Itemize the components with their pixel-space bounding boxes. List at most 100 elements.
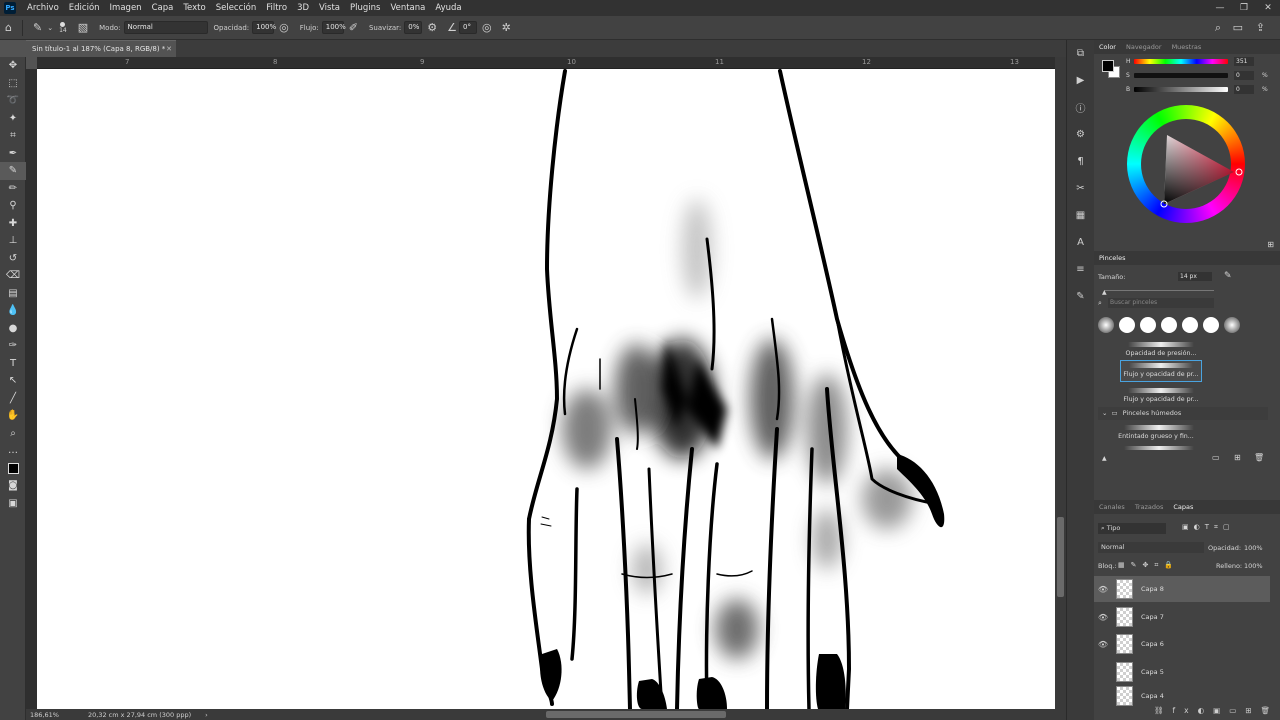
play-actions-icon[interactable]: ▶ — [1067, 67, 1094, 94]
more-tools-icon[interactable]: … — [0, 442, 26, 460]
character-panel-icon[interactable]: ⚙ — [1067, 121, 1094, 148]
color-swatches-icon[interactable] — [0, 460, 26, 478]
pencil-tool-icon[interactable]: ✏ — [0, 180, 26, 198]
lasso-tool-icon[interactable]: ➰ — [0, 92, 26, 110]
layer-row[interactable]: 👁 Capa 7 — [1094, 604, 1270, 630]
menu-plugins[interactable]: Plugins — [345, 3, 385, 13]
hue-slider[interactable] — [1134, 59, 1228, 64]
zoom-level[interactable]: 186,61% — [30, 711, 70, 719]
vertical-scrollbar[interactable] — [1055, 57, 1066, 709]
quick-mask-icon[interactable]: ◙ — [0, 477, 26, 495]
eyedropper-tool-icon[interactable]: ✒ — [0, 145, 26, 163]
s-value[interactable]: 0 — [1234, 71, 1254, 80]
brush-tip-hard[interactable] — [1119, 317, 1135, 333]
brush-settings-icon[interactable]: ▧ — [78, 21, 88, 34]
new-brush-icon[interactable]: ✎ — [1224, 271, 1232, 281]
brush-item[interactable]: Flujo y opacidad de pr... — [1120, 393, 1202, 406]
saturation-slider[interactable] — [1134, 73, 1228, 78]
color-triangle[interactable] — [1127, 105, 1245, 223]
brush-tip-soft[interactable] — [1224, 317, 1240, 333]
tab-close-icon[interactable]: ✕ — [166, 41, 172, 58]
menu-ayuda[interactable]: Ayuda — [430, 3, 466, 13]
new-group-icon[interactable]: ▭ — [1212, 453, 1220, 462]
layer-row[interactable]: 👁 Capa 8 — [1094, 576, 1270, 602]
menu-3d[interactable]: 3D — [292, 3, 314, 13]
stamp-tool-icon[interactable]: ⊥ — [0, 232, 26, 250]
history-brush-tool-icon[interactable]: ↺ — [0, 250, 26, 268]
selected-brush[interactable]: Flujo y opacidad de pr... — [1120, 360, 1202, 382]
screen-mode-icon[interactable]: ▣ — [0, 495, 26, 513]
blend-mode-select[interactable]: Normal — [1098, 542, 1204, 553]
slider-handle-icon[interactable]: ▲ — [1102, 289, 1107, 296]
menu-seleccion[interactable]: Selección — [211, 3, 262, 13]
line-tool-icon[interactable]: ╱ — [0, 390, 26, 408]
blur-tool-icon[interactable]: 💧 — [0, 302, 26, 320]
layer-footer-icons[interactable]: ⛓fx◐▣▭⊞🗑 — [1154, 706, 1279, 715]
brush-search-input[interactable]: Buscar pinceles — [1108, 298, 1214, 308]
horizontal-scrollbar-thumb[interactable] — [546, 711, 726, 718]
color-wheel[interactable] — [1127, 105, 1245, 223]
expand-icon[interactable]: ⊞ — [1267, 240, 1274, 249]
tab-canales[interactable]: Canales — [1094, 503, 1130, 511]
clone-stamp-tool-icon[interactable]: ⚲ — [0, 197, 26, 215]
fill-value[interactable]: 100% — [1244, 562, 1263, 570]
airbrush-icon[interactable]: ✐ — [349, 21, 358, 34]
tab-pinceles[interactable]: Pinceles — [1094, 254, 1130, 262]
tab-trazados[interactable]: Trazados — [1130, 503, 1169, 511]
brush-size-field[interactable]: 14 px — [1178, 272, 1212, 281]
minimize-icon[interactable]: — — [1208, 0, 1232, 16]
menu-ventana[interactable]: Ventana — [385, 3, 430, 13]
tab-muestras[interactable]: Muestras — [1167, 43, 1207, 51]
workspace-icon[interactable]: ▭ — [1233, 21, 1243, 34]
brush-tip-hard[interactable] — [1161, 317, 1177, 333]
share-icon[interactable]: ⇪ — [1256, 21, 1265, 34]
eye-icon[interactable]: 👁 — [1094, 585, 1112, 594]
gradient-tool-icon[interactable]: ▤ — [0, 285, 26, 303]
brightness-slider[interactable] — [1134, 87, 1228, 92]
brush-tip-soft[interactable] — [1098, 317, 1114, 333]
menu-edicion[interactable]: Edición — [64, 3, 105, 13]
h-value[interactable]: 351 — [1234, 57, 1254, 66]
eye-icon[interactable]: 👁 — [1094, 640, 1112, 649]
libraries-panel-icon[interactable]: ▦ — [1067, 202, 1094, 229]
filter-icons[interactable]: ▣◐T⌗▢ — [1182, 523, 1235, 532]
search-icon[interactable]: ⌕ — [1215, 21, 1221, 35]
brush-item[interactable]: Opacidad de presión... — [1120, 347, 1202, 360]
mode-select[interactable]: Normal — [123, 21, 208, 34]
info-panel-icon[interactable]: ⓘ — [1067, 94, 1094, 121]
pen-tool-icon[interactable]: ✑ — [0, 337, 26, 355]
brush-size-slider[interactable] — [1104, 290, 1214, 291]
tab-color[interactable]: Color — [1094, 43, 1121, 51]
eye-icon[interactable]: 👁 — [1094, 613, 1112, 622]
paragraph-panel-icon[interactable]: ¶ — [1067, 148, 1094, 175]
menu-texto[interactable]: Texto — [178, 3, 210, 13]
history-panel-icon[interactable]: ⧉ — [1067, 40, 1094, 67]
new-brush-icon[interactable]: ⊞ — [1234, 453, 1241, 462]
brush-tip-hard[interactable] — [1203, 317, 1219, 333]
menu-imagen[interactable]: Imagen — [105, 3, 147, 13]
magic-wand-tool-icon[interactable]: ✦ — [0, 110, 26, 128]
brush-settings-panel-icon[interactable]: ✎ — [1067, 283, 1094, 310]
smoothing-field[interactable]: 0% — [404, 21, 423, 34]
tools-presets-icon[interactable]: ✂ — [1067, 175, 1094, 202]
slider-handle-icon[interactable]: ▲ — [1102, 455, 1107, 462]
menu-filtro[interactable]: Filtro — [261, 3, 292, 13]
symmetry-icon[interactable]: ✲ — [502, 21, 511, 34]
brush-tool-icon[interactable]: ✎ — [33, 21, 42, 34]
brush-tool-icon[interactable]: ✎ — [0, 162, 26, 180]
pressure-size-icon[interactable]: ◎ — [482, 21, 492, 34]
angle-field[interactable]: 0° — [459, 21, 478, 34]
document-canvas[interactable] — [37, 69, 1055, 709]
brush-tip-hard[interactable] — [1140, 317, 1156, 333]
layer-filter-select[interactable]: ⌕ Tipo — [1098, 523, 1166, 534]
tab-navegador[interactable]: Navegador — [1121, 43, 1167, 51]
home-icon[interactable]: ⌂ — [5, 21, 12, 34]
eraser-tool-icon[interactable]: ⌫ — [0, 267, 26, 285]
chevron-down-icon[interactable]: ⌄ — [47, 24, 53, 32]
hand-tool-icon[interactable]: ✋ — [0, 407, 26, 425]
brush-group-row[interactable]: ⌄ ▭ Pinceles húmedos — [1098, 407, 1268, 420]
healing-tool-icon[interactable]: ✚ — [0, 215, 26, 233]
dodge-tool-icon[interactable]: ● — [0, 320, 26, 338]
scrollbar-thumb[interactable] — [1057, 517, 1064, 597]
brush-item[interactable]: Entintado grueso y fin... — [1106, 430, 1206, 443]
